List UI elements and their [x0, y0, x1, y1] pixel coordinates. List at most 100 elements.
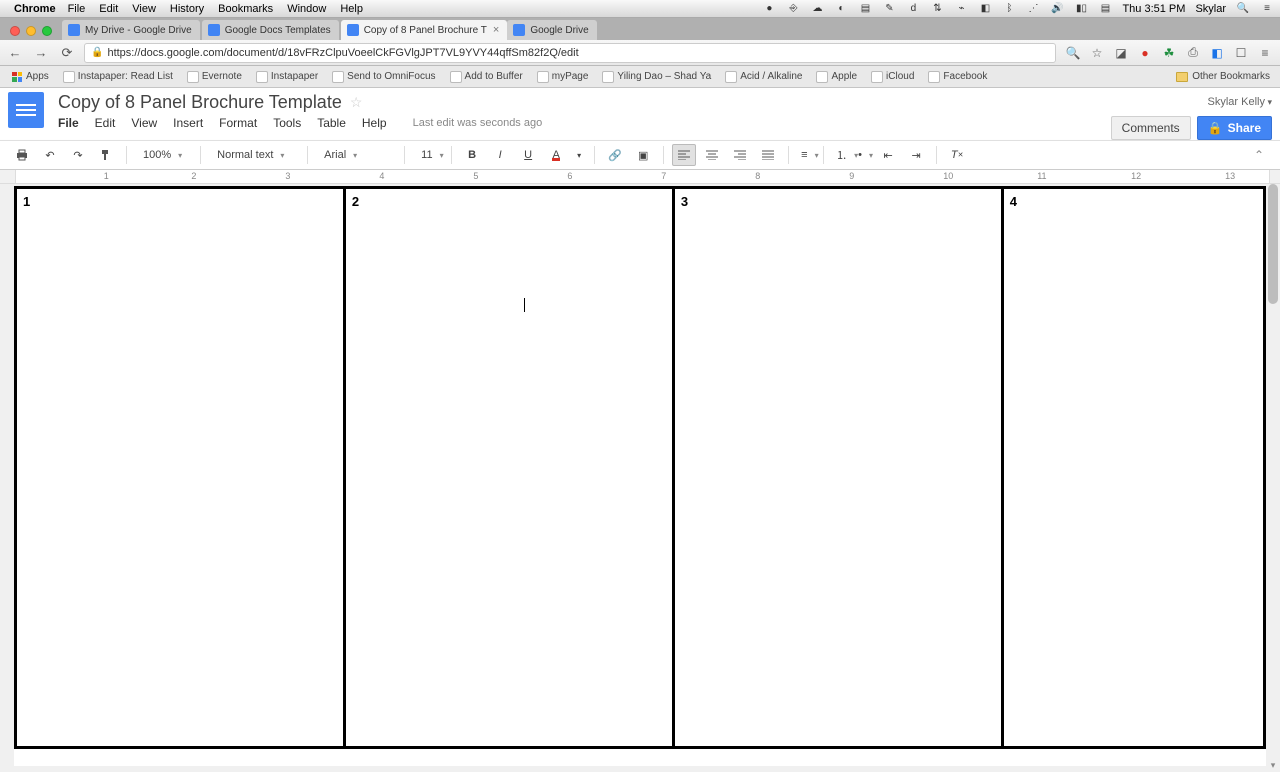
share-button[interactable]: 🔒 Share	[1197, 116, 1272, 140]
minimize-window-button[interactable]	[26, 26, 36, 36]
bookmark-item[interactable]: iCloud	[865, 69, 920, 85]
volume-icon[interactable]: 🔊	[1050, 3, 1064, 15]
docs-menu-view[interactable]: View	[131, 116, 157, 130]
mac-app-name[interactable]: Chrome	[14, 3, 56, 15]
bookmark-item[interactable]: Send to OmniFocus	[326, 69, 441, 85]
italic-button[interactable]: I	[488, 144, 512, 166]
status-icon[interactable]: ◧	[978, 3, 992, 15]
collapse-toolbar-button[interactable]: ⌃	[1248, 146, 1270, 164]
bookmark-item[interactable]: Apple	[810, 69, 863, 85]
other-bookmarks-button[interactable]: Other Bookmarks	[1176, 71, 1274, 82]
extension-icon[interactable]: ☐	[1232, 44, 1250, 62]
status-icon[interactable]: ⌁	[954, 3, 968, 15]
docs-logo-icon[interactable]	[8, 92, 44, 128]
style-dropdown[interactable]: Normal text	[209, 144, 299, 166]
status-icon[interactable]: ✎	[882, 3, 896, 15]
panel-cell-1[interactable]: 1	[16, 188, 345, 748]
mac-menu-history[interactable]: History	[170, 3, 204, 15]
scroll-down-icon[interactable]: ▾	[1266, 758, 1280, 772]
browser-tab-active[interactable]: Copy of 8 Panel Brochure T×	[341, 20, 508, 40]
extension-icon[interactable]: ◪	[1112, 44, 1130, 62]
browser-tab[interactable]: My Drive - Google Drive	[62, 20, 200, 40]
paint-format-button[interactable]	[94, 144, 118, 166]
print-button[interactable]	[10, 144, 34, 166]
bookmark-item[interactable]: Facebook	[922, 69, 993, 85]
reload-button[interactable]: ⟳	[58, 44, 76, 62]
undo-button[interactable]: ↶	[38, 144, 62, 166]
mac-clock[interactable]: Thu 3:51 PM	[1122, 3, 1185, 15]
status-icon[interactable]: ▤	[858, 3, 872, 15]
bookmark-item[interactable]: myPage	[531, 69, 595, 85]
mac-menu-help[interactable]: Help	[340, 3, 363, 15]
numbered-list-button[interactable]: ⒈	[832, 144, 850, 166]
mac-menu-file[interactable]: File	[68, 3, 86, 15]
extension-icon[interactable]: ☘	[1160, 44, 1178, 62]
docs-menu-tools[interactable]: Tools	[273, 116, 301, 130]
spotlight-icon[interactable]: 🔍	[1236, 3, 1250, 15]
apps-button[interactable]: Apps	[6, 69, 55, 84]
extension-icon[interactable]: ●	[1136, 44, 1154, 62]
document-page[interactable]: 1 2 3 4	[14, 186, 1266, 766]
browser-tab[interactable]: Google Docs Templates	[202, 20, 339, 40]
underline-button[interactable]: U	[516, 144, 540, 166]
zoom-icon[interactable]: 🔍	[1064, 44, 1082, 62]
address-bar[interactable]: 🔒 https://docs.google.com/document/d/18v…	[84, 43, 1056, 63]
document-canvas[interactable]: 1 2 3 4 ▾	[0, 184, 1280, 772]
bold-button[interactable]: B	[460, 144, 484, 166]
increase-indent-button[interactable]: ⇥	[904, 144, 928, 166]
battery-icon[interactable]: ▮▯	[1074, 3, 1088, 15]
bookmark-item[interactable]: Instapaper	[250, 69, 324, 85]
status-icon[interactable]: ●	[762, 3, 776, 15]
notification-center-icon[interactable]: ≡	[1260, 3, 1274, 15]
docs-menu-help[interactable]: Help	[362, 116, 387, 130]
link-button[interactable]: 🔗	[603, 144, 627, 166]
document-title[interactable]: Copy of 8 Panel Brochure Template	[58, 92, 342, 113]
status-icon[interactable]: ◐	[834, 3, 848, 15]
align-center-button[interactable]	[700, 144, 724, 166]
text-color-button[interactable]: A	[544, 144, 568, 166]
align-left-button[interactable]	[672, 144, 696, 166]
status-icon[interactable]: ⇅	[930, 3, 944, 15]
comments-button[interactable]: Comments	[1111, 116, 1191, 140]
mac-menu-view[interactable]: View	[132, 3, 156, 15]
status-icon[interactable]: d	[906, 3, 920, 15]
bookmark-item[interactable]: Add to Buffer	[444, 69, 529, 85]
docs-menu-file[interactable]: File	[58, 116, 79, 130]
status-icon[interactable]: ⎆	[786, 3, 800, 15]
chrome-menu-icon[interactable]: ≡	[1256, 44, 1274, 62]
font-dropdown[interactable]: Arial	[316, 144, 396, 166]
docs-menu-insert[interactable]: Insert	[173, 116, 203, 130]
bookmark-item[interactable]: Acid / Alkaline	[719, 69, 808, 85]
bookmark-item[interactable]: Instapaper: Read List	[57, 69, 179, 85]
zoom-dropdown[interactable]: 100%	[135, 144, 192, 166]
extension-icon[interactable]: ⎙	[1184, 44, 1202, 62]
redo-button[interactable]: ↷	[66, 144, 90, 166]
back-button[interactable]: ←	[6, 44, 24, 62]
mac-menu-bookmarks[interactable]: Bookmarks	[218, 3, 273, 15]
browser-tab[interactable]: Google Drive	[507, 20, 596, 40]
docs-user-menu[interactable]: Skylar Kelly	[1208, 96, 1273, 108]
last-edit-text[interactable]: Last edit was seconds ago	[413, 117, 543, 129]
scrollbar-thumb[interactable]	[1268, 184, 1278, 304]
docs-menu-edit[interactable]: Edit	[95, 116, 116, 130]
flag-icon[interactable]: ▤	[1098, 3, 1112, 15]
vertical-scrollbar[interactable]: ▾	[1266, 184, 1280, 772]
ruler[interactable]: 1 2 3 4 5 6 7 8 9 10 11 12 13	[0, 170, 1280, 184]
close-window-button[interactable]	[10, 26, 20, 36]
mac-user[interactable]: Skylar	[1195, 3, 1226, 15]
docs-menu-format[interactable]: Format	[219, 116, 257, 130]
line-spacing-button[interactable]: ≡	[797, 144, 815, 166]
tab-close-icon[interactable]: ×	[493, 24, 499, 36]
align-justify-button[interactable]	[756, 144, 780, 166]
image-button[interactable]: ▣	[631, 144, 655, 166]
bookmark-item[interactable]: Yiling Dao – Shad Ya	[596, 69, 717, 85]
star-icon[interactable]: ☆	[350, 94, 363, 111]
panel-cell-4[interactable]: 4	[1002, 188, 1264, 748]
panel-cell-2[interactable]: 2	[344, 188, 673, 748]
bluetooth-icon[interactable]: ᛒ	[1002, 3, 1016, 15]
clear-formatting-button[interactable]: T✕	[945, 144, 969, 166]
panel-cell-3[interactable]: 3	[673, 188, 1002, 748]
panel-table[interactable]: 1 2 3 4	[14, 186, 1266, 749]
bulleted-list-button[interactable]: •	[854, 144, 872, 166]
status-icon[interactable]: ☁	[810, 3, 824, 15]
